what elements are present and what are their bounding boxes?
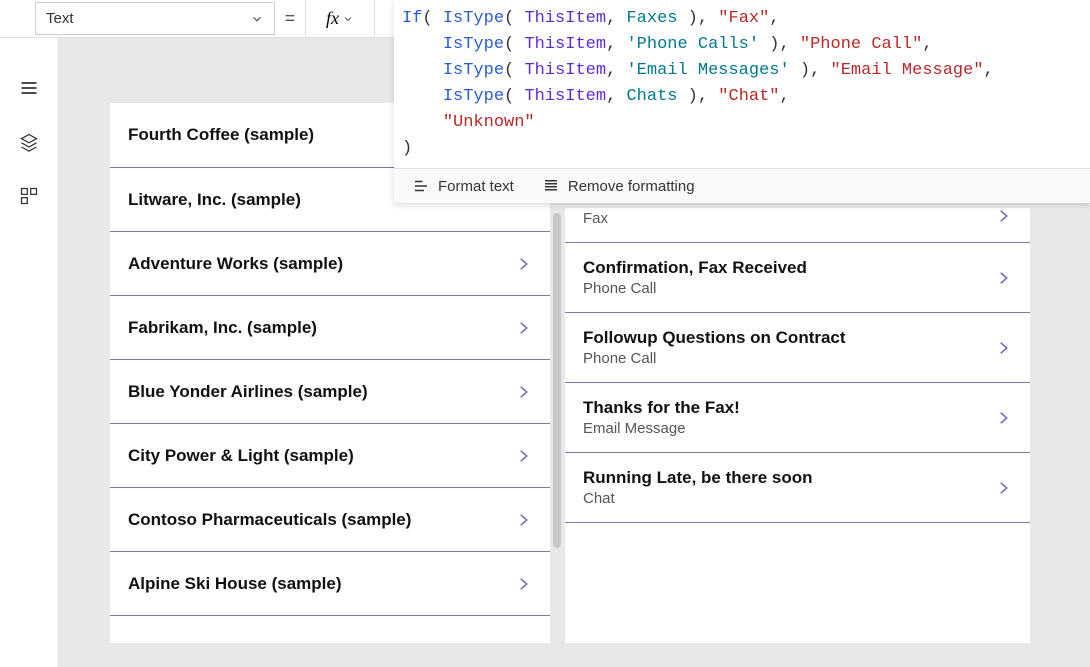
chevron-right-icon (514, 378, 532, 406)
chevron-right-icon (514, 250, 532, 278)
activity-subtitle: Phone Call (583, 280, 807, 297)
activity-title: Confirmation, Fax Received (583, 258, 807, 278)
property-selector[interactable]: Text (35, 2, 275, 35)
format-text-button[interactable]: Format text (412, 177, 514, 195)
account-item[interactable]: Blue Yonder Airlines (sample) (110, 359, 550, 424)
chevron-right-icon (994, 334, 1012, 362)
account-item[interactable]: Fabrikam, Inc. (sample) (110, 295, 550, 360)
chevron-right-icon (514, 314, 532, 342)
apps-icon[interactable] (17, 184, 41, 208)
equals-label: = (275, 0, 305, 37)
chevron-right-icon (514, 506, 532, 534)
chevron-right-icon (994, 264, 1012, 292)
activity-title: Thanks for the Fax! (583, 398, 740, 418)
activity-item[interactable]: Confirmation, Fax Received Phone Call (565, 243, 1030, 313)
activity-title: Followup Questions on Contract (583, 328, 846, 348)
activity-title: Running Late, be there soon (583, 468, 813, 488)
formula-editor[interactable]: If( IsType( ThisItem, Faxes ), "Fax", Is… (394, 0, 1090, 168)
layers-icon[interactable] (17, 130, 41, 154)
chevron-right-icon (994, 474, 1012, 502)
remove-formatting-button[interactable]: Remove formatting (542, 177, 695, 195)
account-item[interactable]: Contoso Pharmaceuticals (sample) (110, 487, 550, 552)
activity-subtitle: Fax (583, 210, 608, 227)
left-sidebar (0, 38, 58, 667)
chevron-right-icon (514, 442, 532, 470)
account-title: Fabrikam, Inc. (sample) (128, 318, 317, 338)
fx-button[interactable]: fx (305, 0, 375, 37)
activity-item-partial[interactable]: Fax (565, 208, 1030, 243)
activities-gallery: Fax Confirmation, Fax Received Phone Call… (565, 208, 1030, 643)
account-title: City Power & Light (sample) (128, 446, 354, 466)
remove-formatting-icon (542, 177, 560, 195)
activity-subtitle: Email Message (583, 420, 740, 437)
account-title: Contoso Pharmaceuticals (sample) (128, 510, 411, 530)
gallery-separator (550, 208, 565, 643)
chevron-right-icon (514, 570, 532, 598)
account-title: Litware, Inc. (sample) (128, 190, 301, 210)
account-title: Fourth Coffee (sample) (128, 125, 314, 145)
chevron-right-icon (994, 404, 1012, 432)
format-text-label: Format text (438, 178, 514, 195)
activity-item[interactable]: Followup Questions on Contract Phone Call (565, 313, 1030, 383)
chevron-down-icon (342, 13, 354, 25)
activity-subtitle: Phone Call (583, 350, 846, 367)
format-text-icon (412, 177, 430, 195)
scrollbar[interactable] (553, 213, 561, 548)
fx-label: fx (326, 8, 339, 29)
activity-item[interactable]: Running Late, be there soon Chat (565, 453, 1030, 523)
account-item[interactable]: Alpine Ski House (sample) (110, 551, 550, 616)
activity-subtitle: Chat (583, 490, 813, 507)
property-selector-value: Text (46, 10, 74, 27)
account-title: Alpine Ski House (sample) (128, 574, 342, 594)
remove-formatting-label: Remove formatting (568, 178, 695, 195)
activity-item[interactable]: Thanks for the Fax! Email Message (565, 383, 1030, 453)
chevron-down-icon (250, 12, 264, 26)
formula-bar-expanded: If( IsType( ThisItem, Faxes ), "Fax", Is… (394, 0, 1090, 203)
hamburger-icon[interactable] (17, 76, 41, 100)
chevron-right-icon (994, 202, 1012, 230)
account-title: Blue Yonder Airlines (sample) (128, 382, 368, 402)
account-title: Adventure Works (sample) (128, 254, 343, 274)
formula-toolbar: Format text Remove formatting (394, 168, 1090, 203)
account-item[interactable]: City Power & Light (sample) (110, 423, 550, 488)
account-item[interactable]: Adventure Works (sample) (110, 231, 550, 296)
